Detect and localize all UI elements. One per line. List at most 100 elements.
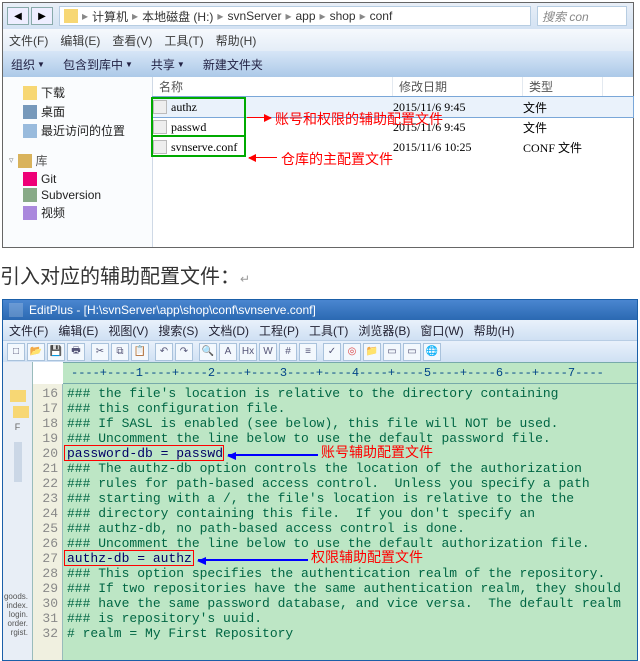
tree-subversion[interactable]: Subversion [9, 187, 150, 203]
editplus-logo-icon [9, 303, 23, 317]
arrow-authz [198, 559, 308, 561]
menu-tools[interactable]: 工具(T) [164, 32, 203, 49]
editplus-titlebar: EditPlus - [H:\svnServer\app\shop\conf\s… [3, 300, 637, 320]
annotation-authz: 权限辅助配置文件 [311, 551, 423, 566]
scrollbar-icon[interactable] [14, 442, 22, 482]
crumb-shop[interactable]: shop [330, 9, 356, 23]
tb-redo-icon[interactable]: ↷ [175, 343, 193, 361]
article-caption: 引入对应的辅助配置文件：↵ [0, 254, 640, 299]
address-bar[interactable]: ▸ 计算机▸ 本地磁盘 (H:)▸ svnServer▸ app▸ shop▸ … [59, 6, 531, 26]
tb-num-icon[interactable]: # [279, 343, 297, 361]
nav-forward-button[interactable]: ▶ [31, 7, 53, 25]
crumb-app[interactable]: app [296, 9, 316, 23]
ed-menu-window[interactable]: 窗口(W) [420, 322, 463, 339]
tb-save-icon[interactable]: 💾 [47, 343, 65, 361]
crumb-computer[interactable]: 计算机 [92, 8, 128, 25]
annotation-text-repo: 仓库的主配置文件 [281, 149, 393, 169]
col-date[interactable]: 修改日期 [393, 77, 523, 96]
menu-help[interactable]: 帮助(H) [216, 32, 257, 49]
sidebar-file-list[interactable]: goods. index. login. order. rgist. [3, 592, 28, 637]
ruler: ----+----1----+----2----+----3----+----4… [63, 362, 637, 384]
search-input[interactable]: 搜索 con [537, 6, 627, 26]
window-title: EditPlus - [H:\svnServer\app\shop\conf\s… [29, 303, 316, 317]
ed-menu-tools[interactable]: 工具(T) [309, 322, 348, 339]
tb-replace-icon[interactable]: A [219, 343, 237, 361]
editplus-menubar: 文件(F) 编辑(E) 视图(V) 搜索(S) 文档(D) 工程(P) 工具(T… [3, 320, 637, 340]
folder-icon [64, 9, 78, 23]
tree-libraries[interactable]: ▿库 [9, 150, 150, 171]
git-icon [23, 172, 37, 186]
tb-doc1-icon[interactable]: ▭ [383, 343, 401, 361]
annotation-box-accounts [151, 97, 246, 137]
code-editor[interactable]: ### the file's location is relative to t… [63, 384, 637, 660]
tool-organize[interactable]: 组织 ▼ [11, 56, 45, 73]
ed-menu-search[interactable]: 搜索(S) [158, 322, 198, 339]
svn-icon [23, 188, 37, 202]
tb-check-icon[interactable]: ✓ [323, 343, 341, 361]
tb-cut-icon[interactable]: ✂ [91, 343, 109, 361]
annotation-password: 账号辅助配置文件 [321, 446, 433, 461]
ed-menu-view[interactable]: 视图(V) [108, 322, 148, 339]
ed-menu-doc[interactable]: 文档(D) [208, 322, 249, 339]
tree-desktop[interactable]: 桌面 [9, 102, 150, 121]
nav-tree: 下载 桌面 最近访问的位置 ▿库 Git Subversion 视频 [3, 77, 153, 247]
ruler-svg: ----+----1----+----2----+----3----+----4… [63, 363, 637, 384]
editplus-toolbar: □ 📂 💾 🖶 ✂ ⧉ 📋 ↶ ↷ 🔍 A Hx W # ≡ ✓ ◎ 📁 ▭ ▭… [3, 340, 637, 362]
tool-share[interactable]: 共享 ▼ [151, 56, 185, 73]
tb-globe-icon[interactable]: 🌐 [423, 343, 441, 361]
crumb-conf[interactable]: conf [370, 9, 393, 23]
tb-undo-icon[interactable]: ↶ [155, 343, 173, 361]
explorer-titlebar: ◀ ▶ ▸ 计算机▸ 本地磁盘 (H:)▸ svnServer▸ app▸ sh… [3, 3, 633, 29]
annotation-box-repo [151, 135, 246, 157]
ed-menu-edit[interactable]: 编辑(E) [58, 322, 98, 339]
folder-tree-icon [10, 390, 26, 402]
desktop-icon [23, 105, 37, 119]
ed-menu-proj[interactable]: 工程(P) [259, 322, 299, 339]
crumb-svnserver[interactable]: svnServer [227, 9, 281, 23]
tb-open-icon[interactable]: 📂 [27, 343, 45, 361]
col-type[interactable]: 类型 [523, 77, 603, 96]
tree-recent[interactable]: 最近访问的位置 [9, 121, 150, 140]
menu-edit[interactable]: 编辑(E) [60, 32, 100, 49]
tb-wrap-icon[interactable]: W [259, 343, 277, 361]
tb-hx-icon[interactable]: Hx [239, 343, 257, 361]
menu-file[interactable]: 文件(F) [9, 32, 48, 49]
tree-video[interactable]: 视频 [9, 203, 150, 222]
tb-copy-icon[interactable]: ⧉ [111, 343, 129, 361]
download-icon [23, 86, 37, 100]
ed-menu-file[interactable]: 文件(F) [9, 322, 48, 339]
explorer-toolbar: 组织 ▼ 包含到库中 ▼ 共享 ▼ 新建文件夹 [3, 51, 633, 77]
tb-paste-icon[interactable]: 📋 [131, 343, 149, 361]
tb-find-icon[interactable]: 🔍 [199, 343, 217, 361]
ed-menu-browser[interactable]: 浏览器(B) [358, 322, 410, 339]
tb-print-icon[interactable]: 🖶 [67, 343, 85, 361]
explorer-window: ◀ ▶ ▸ 计算机▸ 本地磁盘 (H:)▸ svnServer▸ app▸ sh… [2, 2, 634, 248]
tree-downloads[interactable]: 下载 [9, 83, 150, 102]
crumb-disk[interactable]: 本地磁盘 (H:) [142, 8, 213, 25]
file-list: 名称 修改日期 类型 authz 2015/11/6 9:45 文件 passw… [153, 77, 633, 247]
highlight-box-authz [64, 550, 194, 566]
folder-tree-icon [13, 406, 29, 418]
video-icon [23, 206, 37, 220]
annotation-text-accounts: 账号和权限的辅助配置文件 [275, 109, 443, 129]
tb-ruler-icon[interactable]: ≡ [299, 343, 317, 361]
ed-menu-help[interactable]: 帮助(H) [474, 322, 515, 339]
directory-pane[interactable]: F goods. index. login. order. rgist. [3, 384, 33, 660]
tb-folder-icon[interactable]: 📁 [363, 343, 381, 361]
nav-back-button[interactable]: ◀ [7, 7, 29, 25]
editplus-window: EditPlus - [H:\svnServer\app\shop\conf\s… [2, 299, 638, 661]
tb-doc2-icon[interactable]: ▭ [403, 343, 421, 361]
tree-git[interactable]: Git [9, 171, 150, 187]
arrow-repo [249, 157, 277, 158]
tb-new-icon[interactable]: □ [7, 343, 25, 361]
highlight-box-password [64, 445, 224, 461]
arrow-accounts [247, 117, 271, 118]
menu-view[interactable]: 查看(V) [112, 32, 152, 49]
library-icon [18, 154, 32, 168]
arrow-password [228, 454, 318, 456]
col-name[interactable]: 名称 [153, 77, 393, 96]
tb-browser-icon[interactable]: ◎ [343, 343, 361, 361]
tool-include[interactable]: 包含到库中 ▼ [63, 56, 133, 73]
recent-icon [23, 124, 37, 138]
tool-newfolder[interactable]: 新建文件夹 [203, 56, 263, 73]
